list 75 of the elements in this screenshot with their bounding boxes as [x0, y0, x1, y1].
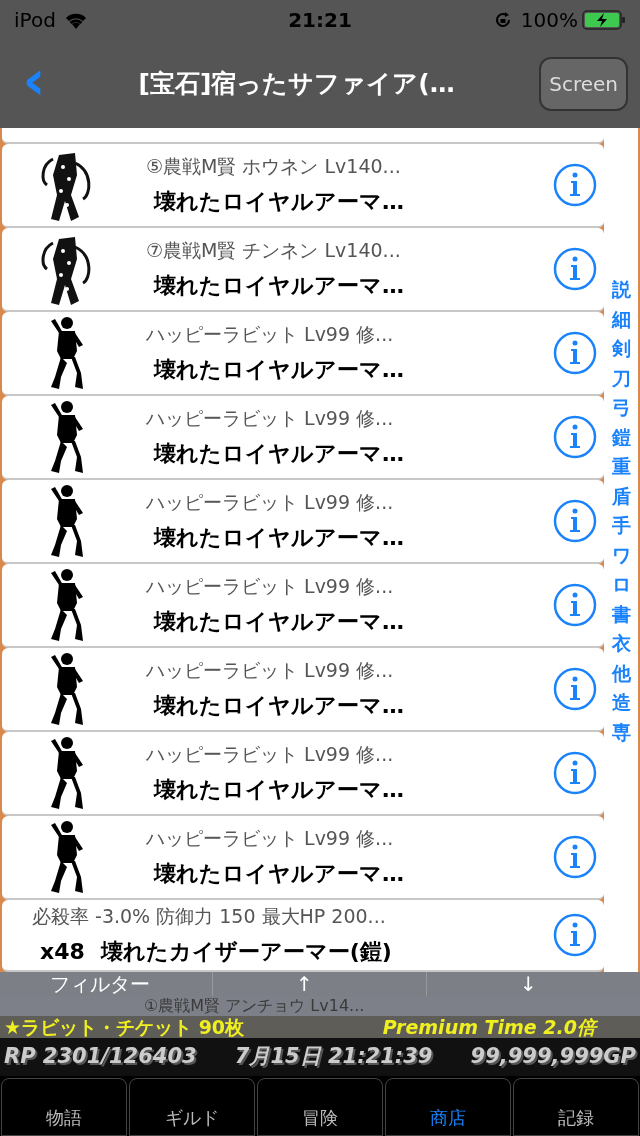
index-link[interactable]: ロ — [611, 573, 631, 596]
row-subtitle: 必殺率 -3.0% 防御力 150 最大HP 200... — [32, 904, 387, 930]
index-link[interactable]: 他 — [611, 661, 631, 684]
row-subtitle: ハッピーラビット Lv99 修... — [146, 490, 395, 516]
list-row[interactable]: ハッピーラビット Lv99 修... 壊れたロイヤルアーマ… — [2, 648, 604, 732]
list-row[interactable]: 必殺率 -3.0% 防御力 150 最大HP 200... x48 壊れたカイザーアーマー(鎧) — [2, 900, 604, 972]
carrier-label: iPod — [14, 7, 56, 34]
info-icon[interactable] — [553, 163, 597, 207]
row-title: 壊れたロイヤルアーマ… — [154, 691, 404, 720]
index-link[interactable]: 剣 — [611, 337, 631, 360]
page-title: [宝石]宿ったサファイア(… — [137, 68, 456, 101]
row-subtitle: ハッピーラビット Lv99 修... — [146, 742, 395, 768]
row-title: 壊れたロイヤルアーマ… — [154, 523, 404, 552]
index-link[interactable]: 細 — [611, 307, 631, 330]
row-title: 壊れたロイヤルアーマ… — [154, 355, 404, 384]
info-icon[interactable] — [553, 751, 597, 795]
list-row[interactable]: ハッピーラビット Lv99 修... 壊れたロイヤルアーマ… — [2, 480, 604, 564]
index-link[interactable]: 盾 — [611, 484, 631, 507]
list-row[interactable]: ハッピーラビット Lv99 修... 壊れたロイヤルアーマ… — [2, 816, 604, 900]
row-subtitle: ⑦農戦M賢 チンネン Lv140... — [146, 238, 402, 264]
index-link[interactable]: 手 — [611, 514, 631, 537]
info-icon[interactable] — [553, 499, 597, 543]
menu-tab[interactable]: 冒険 — [257, 1078, 383, 1136]
row-title: 壊れたロイヤルアーマ… — [154, 271, 404, 300]
battery-label: 100% — [520, 7, 578, 34]
gp-label: 99,999,999GP — [470, 1043, 636, 1071]
index-link[interactable]: 弓 — [611, 396, 631, 419]
list-row[interactable]: ハッピーラビット Lv99 修... 壊れたロイヤルアーマ… — [2, 312, 604, 396]
row-subtitle: ハッピーラビット Lv99 修... — [146, 322, 395, 348]
index-link[interactable]: 書 — [611, 602, 631, 625]
info-icon[interactable] — [553, 913, 597, 957]
list-row[interactable]: ハッピーラビット Lv99 修... 壊れたロイヤルアーマ… — [2, 732, 604, 816]
list-row[interactable]: ⑦農戦M賢 チンネン Lv140... 壊れたロイヤルアーマ… — [2, 228, 604, 312]
row-subtitle: ハッピーラビット Lv99 修... — [146, 826, 395, 852]
row-subtitle: ⑤農戦M賢 ホウネン Lv140... — [146, 154, 402, 180]
menu-tab[interactable]: 物語 — [1, 1078, 127, 1136]
row-title: 壊れたロイヤルアーマ… — [154, 187, 404, 216]
clock-label: 21:21 — [288, 7, 352, 34]
row-subtitle: ①農戦M賢 アンチョウ Lv14... — [144, 998, 365, 1014]
rp-label: RP 2301/126403 — [4, 1043, 197, 1071]
menu-tab[interactable]: ギルド — [129, 1078, 255, 1136]
battery-icon — [582, 10, 626, 30]
index-link[interactable]: 造 — [611, 691, 631, 714]
index-link[interactable]: 重 — [611, 455, 631, 478]
info-icon[interactable] — [553, 583, 597, 627]
row-title: 壊れたロイヤルアーマ… — [154, 607, 404, 636]
row-title: 壊れたロイヤルアーマ… — [154, 439, 404, 468]
menu-tab[interactable]: 商店 — [385, 1078, 511, 1136]
index-link[interactable]: 専 — [611, 720, 631, 743]
list-row[interactable]: ⑤農戦M賢 ホウネン Lv140... 壊れたロイヤルアーマ… — [2, 144, 604, 228]
menu-tab[interactable]: 記録 — [513, 1078, 639, 1136]
index-link[interactable]: ワ — [611, 543, 631, 566]
info-icon[interactable] — [553, 667, 597, 711]
info-icon[interactable] — [553, 331, 597, 375]
list-row[interactable]: ハッピーラビット Lv99 修... 壊れたロイヤルアーマ… — [2, 396, 604, 480]
index-link[interactable]: 衣 — [611, 632, 631, 655]
row-subtitle: ハッピーラビット Lv99 修... — [146, 658, 395, 684]
row-title: 壊れたロイヤルアーマ… — [154, 775, 404, 804]
row-title: 壊れたロイヤルアーマ… — [154, 859, 404, 888]
info-icon[interactable] — [553, 415, 597, 459]
date-label: 7月15日 21:21:39 — [234, 1043, 433, 1071]
screen-button[interactable]: Screen — [539, 57, 628, 111]
row-subtitle: ハッピーラビット Lv99 修... — [146, 406, 395, 432]
list-row[interactable]: ハッピーラビット Lv99 修... 壊れたロイヤルアーマ… — [2, 564, 604, 648]
index-link[interactable]: 説 — [611, 278, 631, 301]
index-link[interactable]: 刀 — [611, 366, 631, 389]
item-count: x48 — [40, 937, 85, 966]
info-icon[interactable] — [553, 835, 597, 879]
premium-time: Premium Time 2.0倍 — [382, 1017, 599, 1037]
ticket-count: ★ラビット・チケット 90枚 — [4, 1017, 245, 1037]
row-title: 壊れたカイザーアーマー(鎧) — [100, 937, 392, 966]
scroll-down-button[interactable]: ↓ — [426, 972, 640, 996]
index-link[interactable]: 鎧 — [611, 425, 631, 448]
info-icon[interactable] — [553, 247, 597, 291]
row-subtitle: ハッピーラビット Lv99 修... — [146, 574, 395, 600]
